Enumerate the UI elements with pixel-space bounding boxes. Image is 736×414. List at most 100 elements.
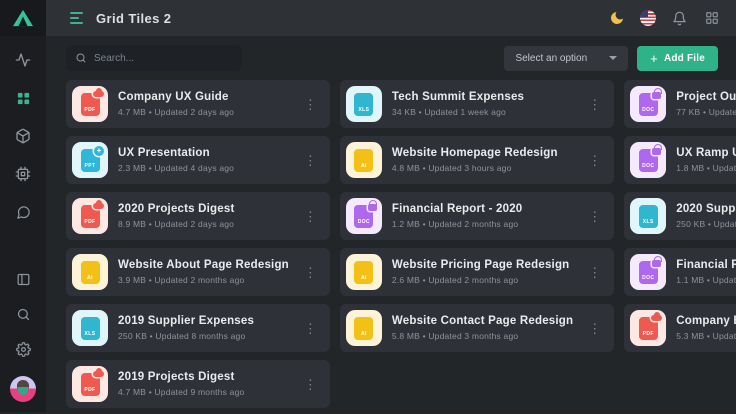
file-extension-label: XLS [85,331,96,337]
file-card[interactable]: AI Website Contact Page Redesign 5.8 MB … [340,304,614,352]
search-input[interactable] [94,53,233,64]
search-icon [75,52,87,64]
sidebar-item-activity[interactable] [15,52,31,68]
file-menu-button[interactable]: ⋮ [299,318,322,339]
file-extension-label: AI [87,275,93,281]
file-badge-icon [94,146,104,156]
file-card-text: 2019 Projects Digest 4.7 MB • Updated 9 … [118,371,289,397]
file-extension-label: DOC [642,275,654,281]
file-meta: 77 KB • Updated 2 weeks ago [676,107,736,117]
file-card-text: 2020 Projects Digest 8.9 MB • Updated 2 … [118,203,289,229]
file-meta: 1.2 MB • Updated 2 months ago [392,219,573,229]
sidebar-item-settings[interactable] [15,341,31,357]
app-logo [0,0,46,36]
file-name: Financial Report - 2020 [392,203,573,215]
apps-menu-button[interactable] [703,10,720,27]
file-card[interactable]: XLS 2020 Supplier Expenses 250 KB • Upda… [624,192,736,240]
sidebar-item-dashboard-active[interactable] [15,90,31,106]
file-menu-button[interactable]: ⋮ [583,318,606,339]
file-card[interactable]: DOC UX Ramp Up for Interns 1.8 MB • Upda… [624,136,736,184]
dark-mode-toggle[interactable] [608,10,625,27]
file-badge-icon [652,92,661,99]
file-card-text: Financial Report - 2019 1.1 MB • Updated… [676,259,736,285]
hamburger-menu-icon[interactable] [70,10,83,26]
notifications-button[interactable] [671,10,688,27]
main-area: Grid Tiles 2 [46,0,736,412]
document-icon: XLS [354,93,373,116]
file-name: Website Contact Page Redesign [392,315,573,327]
toolbar-actions: Select an option + Add File [504,46,718,71]
sidebar-item-layout[interactable] [15,271,31,287]
file-name: Project Outline [676,91,736,103]
sidebar-item-cpu[interactable] [15,166,31,182]
file-meta: 3.9 MB • Updated 2 months ago [118,275,289,285]
file-meta: 1.1 MB • Updated 8 months ago [676,275,736,285]
file-card-text: Website Homepage Redesign 4.8 MB • Updat… [392,147,573,173]
file-menu-button[interactable]: ⋮ [299,94,322,115]
file-extension-label: DOC [642,107,654,113]
file-menu-button[interactable]: ⋮ [299,206,322,227]
file-name: 2020 Projects Digest [118,203,289,215]
sidebar-item-search[interactable] [15,306,31,322]
user-avatar[interactable] [10,376,36,402]
document-icon: AI [354,261,373,284]
file-extension-label: AI [361,331,367,337]
file-card[interactable]: PDF Company UX Guide 4.7 MB • Updated 2 … [66,80,330,128]
file-type-icon: DOC [630,142,666,178]
file-card[interactable]: AI Website Homepage Redesign 4.8 MB • Up… [340,136,614,184]
language-selector[interactable] [640,10,656,26]
plus-icon: + [650,52,658,65]
file-card[interactable]: PDF 2019 Projects Digest 4.7 MB • Update… [66,360,330,408]
file-name: Website Homepage Redesign [392,147,573,159]
file-type-select[interactable]: Select an option [504,46,628,71]
file-card[interactable]: XLS 2019 Supplier Expenses 250 KB • Upda… [66,304,330,352]
file-type-icon: XLS [630,198,666,234]
cpu-icon [15,166,31,182]
file-menu-button[interactable]: ⋮ [583,262,606,283]
file-card[interactable]: PDF 2020 Projects Digest 8.9 MB • Update… [66,192,330,240]
activity-icon [15,52,31,68]
file-card[interactable]: AI Website Pricing Page Redesign 2.6 MB … [340,248,614,296]
file-menu-button[interactable]: ⋮ [583,150,606,171]
sidebar [0,0,46,412]
sidebar-item-package[interactable] [15,128,31,144]
file-type-icon: AI [72,254,108,290]
file-extension-label: DOC [642,163,654,169]
file-card[interactable]: DOC Financial Report - 2020 1.2 MB • Upd… [340,192,614,240]
file-card[interactable]: XLS Tech Summit Expenses 34 KB • Updated… [340,80,614,128]
file-badge-icon [93,91,104,97]
file-badge-icon [652,148,661,155]
select-label: Select an option [515,53,587,64]
file-meta: 5.8 MB • Updated 3 months ago [392,331,573,341]
file-name: 2020 Supplier Expenses [676,203,736,215]
file-meta: 4.8 MB • Updated 3 hours ago [392,163,573,173]
document-icon: XLS [81,317,100,340]
file-type-icon: PDF [630,310,666,346]
file-type-icon: XLS [72,310,108,346]
file-badge-icon [368,204,377,211]
file-card[interactable]: DOC Financial Report - 2019 1.1 MB • Upd… [624,248,736,296]
file-menu-button[interactable]: ⋮ [299,150,322,171]
file-card-text: Financial Report - 2020 1.2 MB • Updated… [392,203,573,229]
file-menu-button[interactable]: ⋮ [583,94,606,115]
file-type-icon: PDF [72,366,108,402]
file-card[interactable]: AI Website About Page Redesign 3.9 MB • … [66,248,330,296]
file-card-text: UX Ramp Up for Interns 1.8 MB • Updated … [676,147,736,173]
file-card[interactable]: PPT UX Presentation 2.3 MB • Updated 4 d… [66,136,330,184]
sidebar-item-chat[interactable] [15,204,31,220]
top-header: Grid Tiles 2 [46,0,736,36]
file-type-icon: XLS [346,86,382,122]
dashboard-grid-icon [16,91,31,106]
file-name: 2019 Supplier Expenses [118,315,289,327]
file-card[interactable]: PDF Company Brand Book 5.3 MB • Updated … [624,304,736,352]
file-menu-button[interactable]: ⋮ [583,206,606,227]
file-meta: 5.3 MB • Updated 3 weeks ago [676,331,736,341]
search-box[interactable] [66,45,242,71]
file-menu-button[interactable]: ⋮ [299,374,322,395]
file-meta: 250 KB • Updated 8 months ago [118,331,289,341]
sidebar-nav [15,52,31,220]
add-file-button[interactable]: + Add File [637,46,718,71]
file-meta: 2.6 MB • Updated 2 months ago [392,275,573,285]
file-menu-button[interactable]: ⋮ [299,262,322,283]
file-card[interactable]: DOC Project Outline 77 KB • Updated 2 we… [624,80,736,128]
